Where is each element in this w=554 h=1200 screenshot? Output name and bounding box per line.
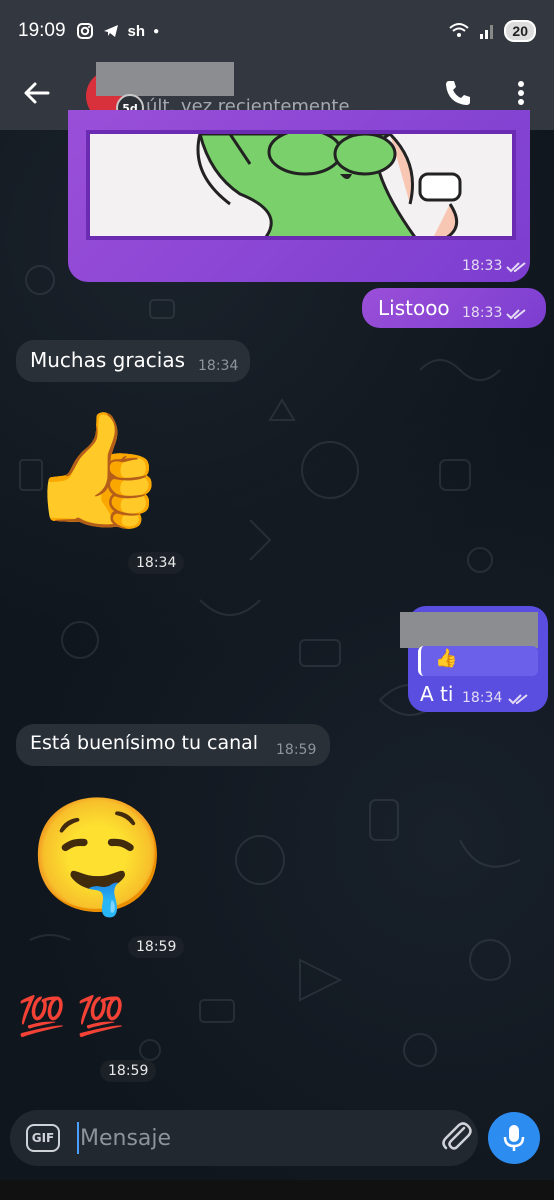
outgoing-reply-message[interactable]: 👍 A ti 18:34 <box>400 606 548 712</box>
system-nav-bar <box>0 1180 554 1200</box>
message-time: 18:33 <box>462 258 503 274</box>
outgoing-image-message[interactable]: 18:33 <box>68 110 530 282</box>
quoted-message[interactable]: 👍 <box>418 646 538 676</box>
incoming-text-message[interactable]: Está buenísimo tu canal 18:59 <box>16 724 330 766</box>
cartoon-illustration <box>196 134 462 236</box>
phone-icon[interactable] <box>442 78 472 108</box>
emoji-drooling-face: 🤤 <box>28 791 168 921</box>
message-text: Listooo <box>378 296 450 320</box>
incoming-emoji-message[interactable]: 💯 💯 <box>18 986 168 1046</box>
message-text: Está buenísimo tu canal <box>30 732 259 754</box>
double-check-icon <box>508 694 528 705</box>
microphone-button[interactable] <box>488 1112 540 1164</box>
message-text: Muchas gracias <box>30 348 186 372</box>
sender-name-redacted <box>400 612 538 648</box>
microphone-icon <box>503 1125 525 1151</box>
double-check-icon <box>506 262 526 273</box>
incoming-emoji-message[interactable]: 🤤 <box>28 786 178 926</box>
message-time: 18:59 <box>128 936 185 958</box>
message-time: 18:34 <box>462 690 503 706</box>
message-time: 18:34 <box>198 358 239 374</box>
wifi-icon <box>449 23 470 37</box>
shared-image[interactable] <box>86 130 516 240</box>
status-bar: 19:09 sh ● 20 <box>0 0 554 62</box>
message-text: A ti <box>420 682 454 706</box>
more-vert-icon[interactable] <box>508 78 534 108</box>
message-input[interactable] <box>80 1118 420 1158</box>
text-cursor <box>77 1122 79 1154</box>
paperclip-icon[interactable] <box>440 1120 472 1154</box>
message-time: 18:34 <box>128 552 185 574</box>
telegram-icon <box>103 25 118 37</box>
message-time: 18:59 <box>100 1060 157 1082</box>
status-notification-icons: sh ● <box>76 22 160 40</box>
sh-icon: sh <box>127 22 146 40</box>
status-time: 19:09 <box>18 20 66 41</box>
message-time: 18:33 <box>462 305 503 321</box>
contact-name-redacted[interactable] <box>96 62 234 96</box>
dot-icon: ● <box>153 25 160 37</box>
battery-indicator: 20 <box>504 20 536 42</box>
emoji-hundred-points: 💯 💯 <box>18 994 125 1038</box>
double-check-icon <box>506 309 526 320</box>
emoji-thumbs-up: 👍 <box>28 405 168 535</box>
outgoing-text-message[interactable]: Listooo 18:33 <box>362 288 546 328</box>
quoted-emoji: 👍 <box>435 648 458 669</box>
message-time: 18:59 <box>276 742 317 758</box>
gif-button[interactable]: GIF <box>26 1124 60 1152</box>
instagram-icon <box>76 23 93 39</box>
incoming-emoji-message[interactable]: 👍 <box>28 400 178 540</box>
back-arrow-icon[interactable] <box>22 78 52 108</box>
signal-icon <box>480 25 494 39</box>
status-right-icons: 20 <box>448 20 536 42</box>
incoming-text-message[interactable]: Muchas gracias 18:34 <box>16 340 250 382</box>
